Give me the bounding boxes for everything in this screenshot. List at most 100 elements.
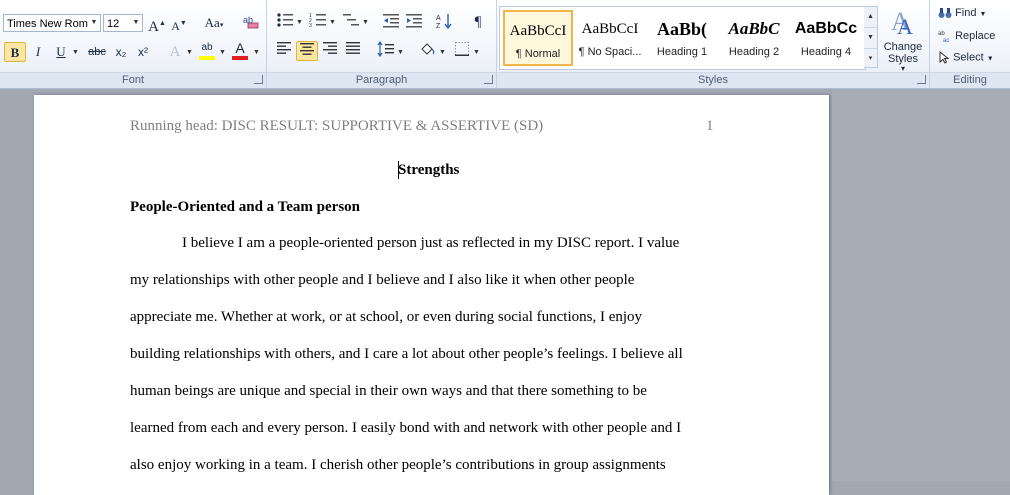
superscript-button[interactable]: x² xyxy=(132,42,154,62)
style-preview: AaBbCcI xyxy=(509,23,567,39)
numbering-button[interactable]: 123 xyxy=(307,12,329,32)
paragraph-dialog-launcher[interactable] xyxy=(484,75,493,84)
change-styles-button[interactable]: AA Change Styles ▾ xyxy=(880,6,926,73)
justify-icon xyxy=(346,42,360,54)
align-left-button[interactable] xyxy=(273,41,295,61)
paragraph-line[interactable]: I believe I am a people-oriented person … xyxy=(182,235,679,252)
running-head[interactable]: Running head: DISC RESULT: SUPPORTIVE & … xyxy=(130,118,543,135)
font-size-combo[interactable]: 12 ▼ xyxy=(103,14,143,32)
scroll-down-icon[interactable]: ▼ xyxy=(864,28,877,49)
style-no-spacing[interactable]: AaBbCcI ¶ No Spaci... xyxy=(575,10,645,66)
chevron-down-icon[interactable]: ▼ xyxy=(439,49,446,56)
style-preview: AaBb( xyxy=(656,19,707,39)
shrink-font-button[interactable]: A▼ xyxy=(168,13,190,33)
style-normal[interactable]: AaBbCcI ¶ Normal xyxy=(503,10,573,66)
workspace-margin xyxy=(832,89,1010,481)
chevron-down-icon: ▼ xyxy=(979,11,987,18)
chevron-down-icon[interactable]: ▼ xyxy=(253,49,260,56)
paragraph-group-label: Paragraph xyxy=(267,72,496,88)
borders-icon xyxy=(455,42,469,56)
increase-indent-button[interactable] xyxy=(403,12,425,32)
page-title[interactable]: Strengths xyxy=(398,162,459,179)
text-effects-button[interactable]: A xyxy=(164,42,186,62)
gallery-more-icon[interactable]: ▾ xyxy=(864,49,877,69)
style-name: ¶ No Spaci... xyxy=(578,46,642,58)
bullets-button[interactable] xyxy=(274,12,296,32)
multilevel-list-button[interactable] xyxy=(340,12,362,32)
sort-button[interactable]: AZ xyxy=(433,12,455,32)
chevron-down-icon[interactable]: ▼ xyxy=(88,15,100,31)
strikethrough-label: abc xyxy=(88,46,106,58)
chevron-down-icon[interactable]: ▼ xyxy=(130,15,142,31)
paragraph-line[interactable]: also enjoy working in a team. I cherish … xyxy=(130,457,666,474)
style-preview: AaBbC xyxy=(728,19,780,38)
align-left-icon xyxy=(277,42,291,54)
bullets-icon xyxy=(277,13,293,27)
grow-font-button[interactable]: A▲ xyxy=(146,13,168,35)
paragraph-line[interactable]: my relationships with other people and I… xyxy=(130,272,634,289)
page-number[interactable]: 1 xyxy=(706,118,714,135)
chevron-down-icon[interactable]: ▼ xyxy=(397,49,404,56)
editing-group: Find ▼ ab ac Replace Select ▼ Editing xyxy=(930,0,1010,88)
paint-bucket-icon xyxy=(421,43,435,55)
borders-button[interactable] xyxy=(451,41,473,61)
numbering-icon: 123 xyxy=(309,13,326,29)
bold-button[interactable]: B xyxy=(4,42,26,62)
document-page[interactable]: Running head: DISC RESULT: SUPPORTIVE & … xyxy=(34,95,829,495)
chevron-down-icon[interactable]: ▼ xyxy=(186,49,193,56)
change-case-button[interactable]: Aa▾ xyxy=(200,13,228,33)
style-heading-1[interactable]: AaBb( Heading 1 xyxy=(647,10,717,66)
chevron-down-icon[interactable]: ▼ xyxy=(296,19,303,26)
pilcrow-icon: ¶ xyxy=(474,14,482,30)
paragraph-line[interactable]: appreciate me. Whether at work, or at sc… xyxy=(130,309,642,326)
chevron-down-icon[interactable]: ▼ xyxy=(329,19,336,26)
font-dialog-launcher[interactable] xyxy=(254,75,263,84)
paragraph-line[interactable]: learned from each and every person. I ea… xyxy=(130,420,681,437)
decrease-indent-button[interactable] xyxy=(380,12,402,32)
font-name-combo[interactable]: Times New Rom ▼ xyxy=(3,14,101,32)
eraser-icon: ab xyxy=(243,15,259,29)
svg-text:3: 3 xyxy=(309,23,312,28)
italic-button[interactable]: I xyxy=(27,42,49,62)
chevron-down-icon: ▼ xyxy=(986,55,994,63)
replace-button[interactable]: ab ac Replace xyxy=(938,29,995,44)
font-color-bar xyxy=(232,56,248,60)
strikethrough-button[interactable]: abc xyxy=(84,42,110,62)
styles-gallery-scroll[interactable]: ▲ ▼ ▾ xyxy=(864,6,878,68)
subscript-button[interactable]: x₂ xyxy=(110,42,132,62)
chevron-down-icon[interactable]: ▼ xyxy=(219,49,226,56)
find-button[interactable]: Find ▼ xyxy=(938,7,986,19)
multilevel-list-icon xyxy=(343,14,359,26)
style-heading-4[interactable]: AaBbCc Heading 4 xyxy=(791,10,861,66)
align-center-icon xyxy=(300,43,314,55)
scroll-up-icon[interactable]: ▲ xyxy=(864,7,877,28)
chevron-down-icon[interactable]: ▼ xyxy=(473,49,480,56)
paragraph-line[interactable]: human beings are unique and special in t… xyxy=(130,383,647,400)
font-color-button[interactable]: A xyxy=(229,40,251,60)
section-heading[interactable]: People-Oriented and a Team person xyxy=(130,199,360,216)
align-center-button[interactable] xyxy=(296,41,318,61)
chevron-down-icon[interactable]: ▼ xyxy=(362,19,369,26)
font-size-value: 12 xyxy=(107,18,120,30)
style-preview: AaBbCcI xyxy=(581,21,639,37)
styles-dialog-launcher[interactable] xyxy=(917,75,926,84)
font-color-label: A xyxy=(235,40,245,56)
justify-button[interactable] xyxy=(342,41,364,61)
line-spacing-button[interactable] xyxy=(375,40,397,61)
ribbon: Times New Rom ▼ 12 ▼ A▲ A▼ Aa▾ ab B I U … xyxy=(0,0,1010,89)
underline-button[interactable]: U xyxy=(50,42,72,62)
svg-text:ac: ac xyxy=(943,38,949,43)
style-heading-2[interactable]: AaBbC Heading 2 xyxy=(719,10,789,66)
clear-formatting-button[interactable]: ab xyxy=(240,13,262,33)
highlight-button[interactable]: ab xyxy=(196,40,218,60)
select-button[interactable]: Select ▼ xyxy=(938,50,994,64)
show-marks-button[interactable]: ¶ xyxy=(467,12,489,32)
shading-button[interactable] xyxy=(417,41,439,61)
superscript-label: x² xyxy=(138,45,148,59)
underline-label: U xyxy=(56,44,66,59)
paragraph-line[interactable]: building relationships with others, and … xyxy=(130,346,683,363)
chevron-down-icon[interactable]: ▼ xyxy=(72,49,79,56)
align-right-button[interactable] xyxy=(319,41,341,61)
styles-group-label: Styles xyxy=(497,72,929,88)
highlight-label: ab xyxy=(201,42,213,53)
